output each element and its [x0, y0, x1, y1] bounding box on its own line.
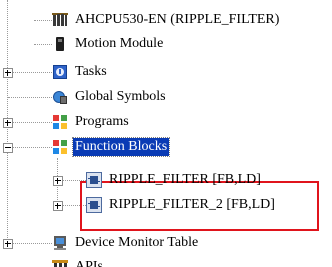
tree-item-tasks[interactable]: Tasks — [52, 62, 109, 82]
tree-item-programs[interactable]: Programs — [52, 112, 131, 132]
function-block-icon — [86, 172, 102, 188]
tree-item-global-symbols[interactable]: Global Symbols — [52, 87, 168, 107]
tree-item-label: RIPPLE_FILTER [FB,LD] — [109, 172, 261, 187]
tree-item-device-monitor-table[interactable]: Device Monitor Table — [52, 233, 200, 253]
tree-item-label: Motion Module — [75, 36, 164, 51]
tree-item-motion-module[interactable]: Motion Module — [52, 34, 165, 54]
tree-item-label: Programs — [75, 114, 129, 129]
motion-module-icon — [52, 36, 68, 52]
tasks-icon — [52, 64, 68, 80]
tree-item-ripple-filter-2[interactable]: RIPPLE_FILTER_2 [FB,LD] — [86, 195, 277, 215]
ripple-filter-expand-toggle[interactable] — [53, 176, 63, 186]
tree-connector-line — [8, 147, 52, 148]
tree-item-label: Global Symbols — [75, 89, 166, 104]
tree-item-label: Function Blocks — [71, 137, 171, 157]
ripple-filter-2-expand-toggle[interactable] — [53, 201, 63, 211]
tree-item-label: APIs — [75, 259, 104, 267]
device-monitor-icon — [52, 235, 68, 251]
tree-item-function-blocks[interactable]: Function Blocks — [52, 137, 171, 157]
tree-item-label: AHCPU530-EN (RIPPLE_FILTER) — [75, 12, 280, 27]
apis-icon — [52, 258, 68, 267]
tree-item-label: RIPPLE_FILTER_2 [FB,LD] — [109, 197, 275, 212]
tree-item-label: Tasks — [75, 64, 107, 79]
tree-connector-line — [8, 122, 52, 123]
tree-item-cpu[interactable]: AHCPU530-EN (RIPPLE_FILTER) — [52, 10, 281, 30]
programs-icon — [52, 114, 68, 130]
function-blocks-icon — [52, 139, 68, 155]
project-tree: AHCPU530-EN (RIPPLE_FILTER) Motion Modul… — [0, 0, 332, 267]
tree-connector-line — [8, 72, 52, 73]
tasks-expand-toggle[interactable] — [3, 68, 13, 78]
tree-item-label: Device Monitor Table — [75, 235, 199, 250]
device-monitor-table-expand-toggle[interactable] — [3, 239, 13, 249]
tree-connector-line — [34, 20, 52, 21]
programs-expand-toggle[interactable] — [3, 118, 13, 128]
tree-connector-line — [34, 44, 52, 45]
tree-item-apis[interactable]: APIs — [52, 258, 105, 267]
tree-item-ripple-filter[interactable]: RIPPLE_FILTER [FB,LD] — [86, 170, 263, 190]
function-blocks-collapse-toggle[interactable] — [3, 143, 13, 153]
function-block-icon — [86, 197, 102, 213]
tree-connector-line — [8, 97, 52, 98]
global-symbols-icon — [52, 89, 68, 105]
tree-connector-line — [8, 243, 52, 244]
cpu-icon — [52, 12, 68, 28]
